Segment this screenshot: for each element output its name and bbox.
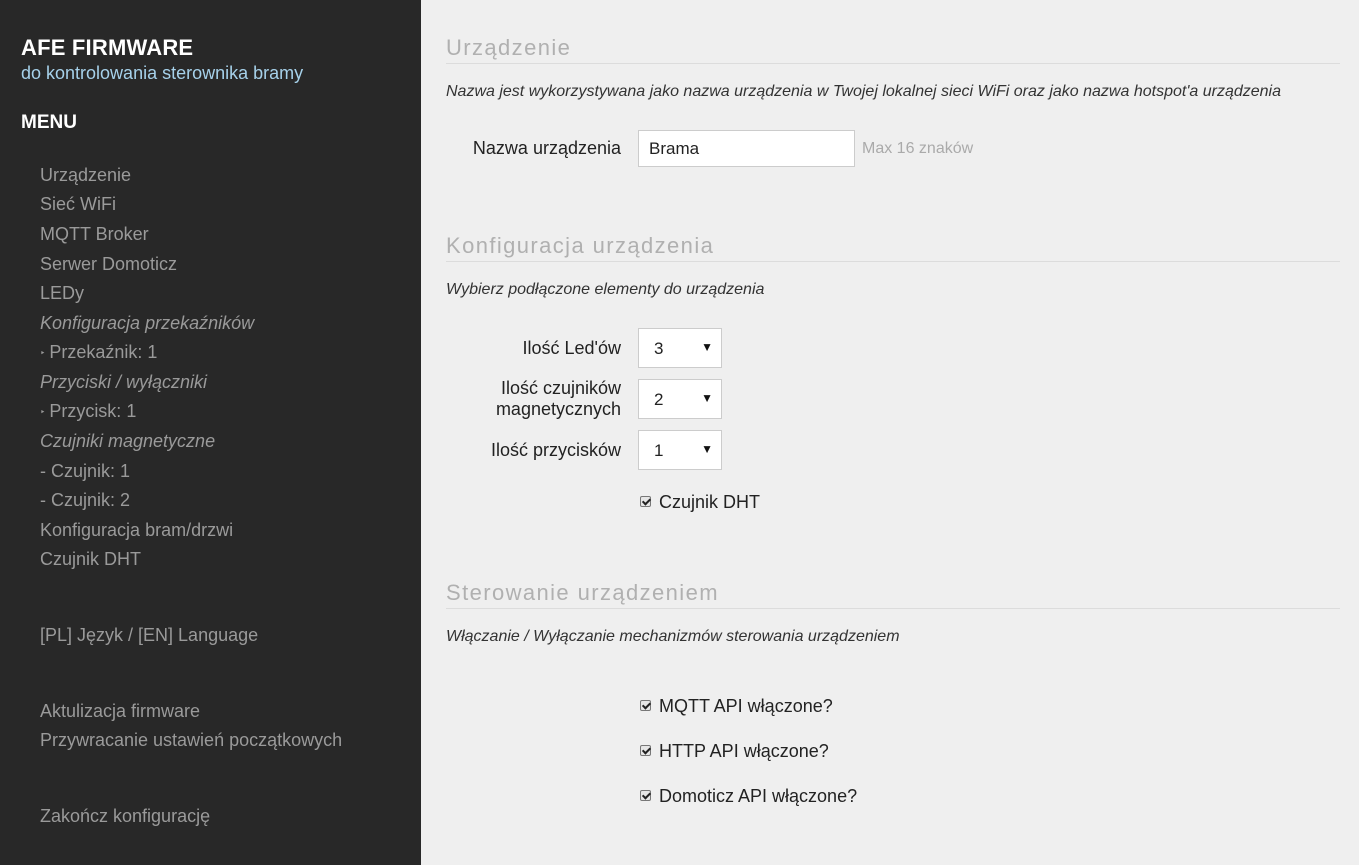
dht-checkbox[interactable]: [640, 496, 651, 507]
mqtt-api-label: MQTT API włączone?: [659, 696, 833, 716]
brand-title: AFE FIRMWARE: [21, 35, 194, 60]
leds-count-select[interactable]: 3 ▼: [638, 328, 722, 368]
switches-count-label: Ilość przycisków: [490, 440, 621, 460]
section-description-config: Wybierz podłączone elementy do urządzeni…: [446, 281, 765, 298]
device-name-label: Nazwa urządzenia: [472, 138, 621, 158]
submenu-triangle-icon: ‣: [40, 407, 46, 417]
menu-item-leds[interactable]: LEDy: [40, 282, 84, 304]
menu-item-relay-1-label: Przekaźnik: 1: [49, 342, 158, 362]
contactrons-count-select[interactable]: 2 ▼: [638, 379, 722, 419]
menu-item-mqtt-broker[interactable]: MQTT Broker: [40, 223, 149, 245]
section-title-device: Urządzenie: [446, 35, 1340, 64]
section-description-device: Nazwa jest wykorzystywana jako nazwa urz…: [446, 83, 1281, 100]
dht-checkbox-label: Czujnik DHT: [659, 492, 761, 512]
menu-item-firmware-update[interactable]: Aktulizacja firmware: [40, 700, 200, 722]
menu-item-gates[interactable]: Konfiguracja bram/drzwi: [40, 519, 233, 541]
contactrons-count-label: Ilość czujników magnetycznych: [496, 378, 621, 420]
domoticz-api-label: Domoticz API włączone?: [659, 786, 858, 806]
menu-item-contactron-2[interactable]: - Czujnik: 2: [40, 489, 130, 511]
menu-item-language[interactable]: [PL] Język / [EN] Language: [40, 624, 258, 646]
switches-count-value: 1: [654, 441, 664, 460]
leds-count-label: Ilość Led'ów: [522, 338, 622, 358]
submenu-triangle-icon: ‣: [40, 348, 46, 358]
menu-group-switches: Przyciski / wyłączniki: [40, 372, 208, 392]
menu-group-relays: Konfiguracja przekaźników: [40, 313, 255, 333]
http-api-label: HTTP API włączone?: [659, 741, 829, 761]
http-api-checkbox[interactable]: [640, 745, 651, 756]
section-title-config: Konfiguracja urządzenia: [446, 233, 1340, 262]
device-name-input[interactable]: [638, 130, 855, 167]
sidebar: AFE FIRMWARE do kontrolowania sterownika…: [0, 0, 421, 865]
device-name-hint: Max 16 znaków: [862, 140, 974, 157]
brand-subtitle: do kontrolowania sterownika bramy: [21, 63, 304, 83]
menu-item-device[interactable]: Urządzenie: [40, 164, 131, 186]
domoticz-api-checkbox[interactable]: [640, 790, 651, 801]
menu-item-finish[interactable]: Zakończ konfigurację: [40, 805, 210, 827]
menu-group-contactrons: Czujniki magnetyczne: [40, 431, 216, 451]
main-content: Urządzenie Nazwa jest wykorzystywana jak…: [446, 0, 1340, 865]
menu-item-contactron-1[interactable]: - Czujnik: 1: [40, 460, 130, 482]
leds-count-value: 3: [654, 339, 664, 358]
contactrons-label-line-1: Ilość czujników: [500, 378, 621, 398]
menu-item-wifi[interactable]: Sieć WiFi: [40, 193, 116, 215]
mqtt-api-checkbox[interactable]: [640, 700, 651, 711]
menu-item-reset[interactable]: Przywracanie ustawień początkowych: [40, 729, 342, 751]
contactrons-count-value: 2: [654, 390, 664, 409]
switches-count-select[interactable]: 1 ▼: [638, 430, 722, 470]
menu-item-dht[interactable]: Czujnik DHT: [40, 548, 141, 570]
chevron-down-icon: ▼: [701, 391, 713, 405]
menu-item-domoticz[interactable]: Serwer Domoticz: [40, 253, 177, 275]
section-title-control: Sterowanie urządzeniem: [446, 580, 1340, 609]
menu-heading: MENU: [21, 112, 77, 133]
contactrons-label-line-2: magnetycznych: [495, 399, 621, 419]
menu-item-switch-1[interactable]: ‣ Przycisk: 1: [40, 400, 136, 425]
menu-item-relay-1[interactable]: ‣ Przekaźnik: 1: [40, 341, 157, 366]
menu-item-switch-1-label: Przycisk: 1: [49, 401, 137, 421]
chevron-down-icon: ▼: [701, 442, 713, 456]
chevron-down-icon: ▼: [701, 340, 713, 354]
section-description-control: Włączanie / Wyłączanie mechanizmów stero…: [446, 628, 900, 645]
